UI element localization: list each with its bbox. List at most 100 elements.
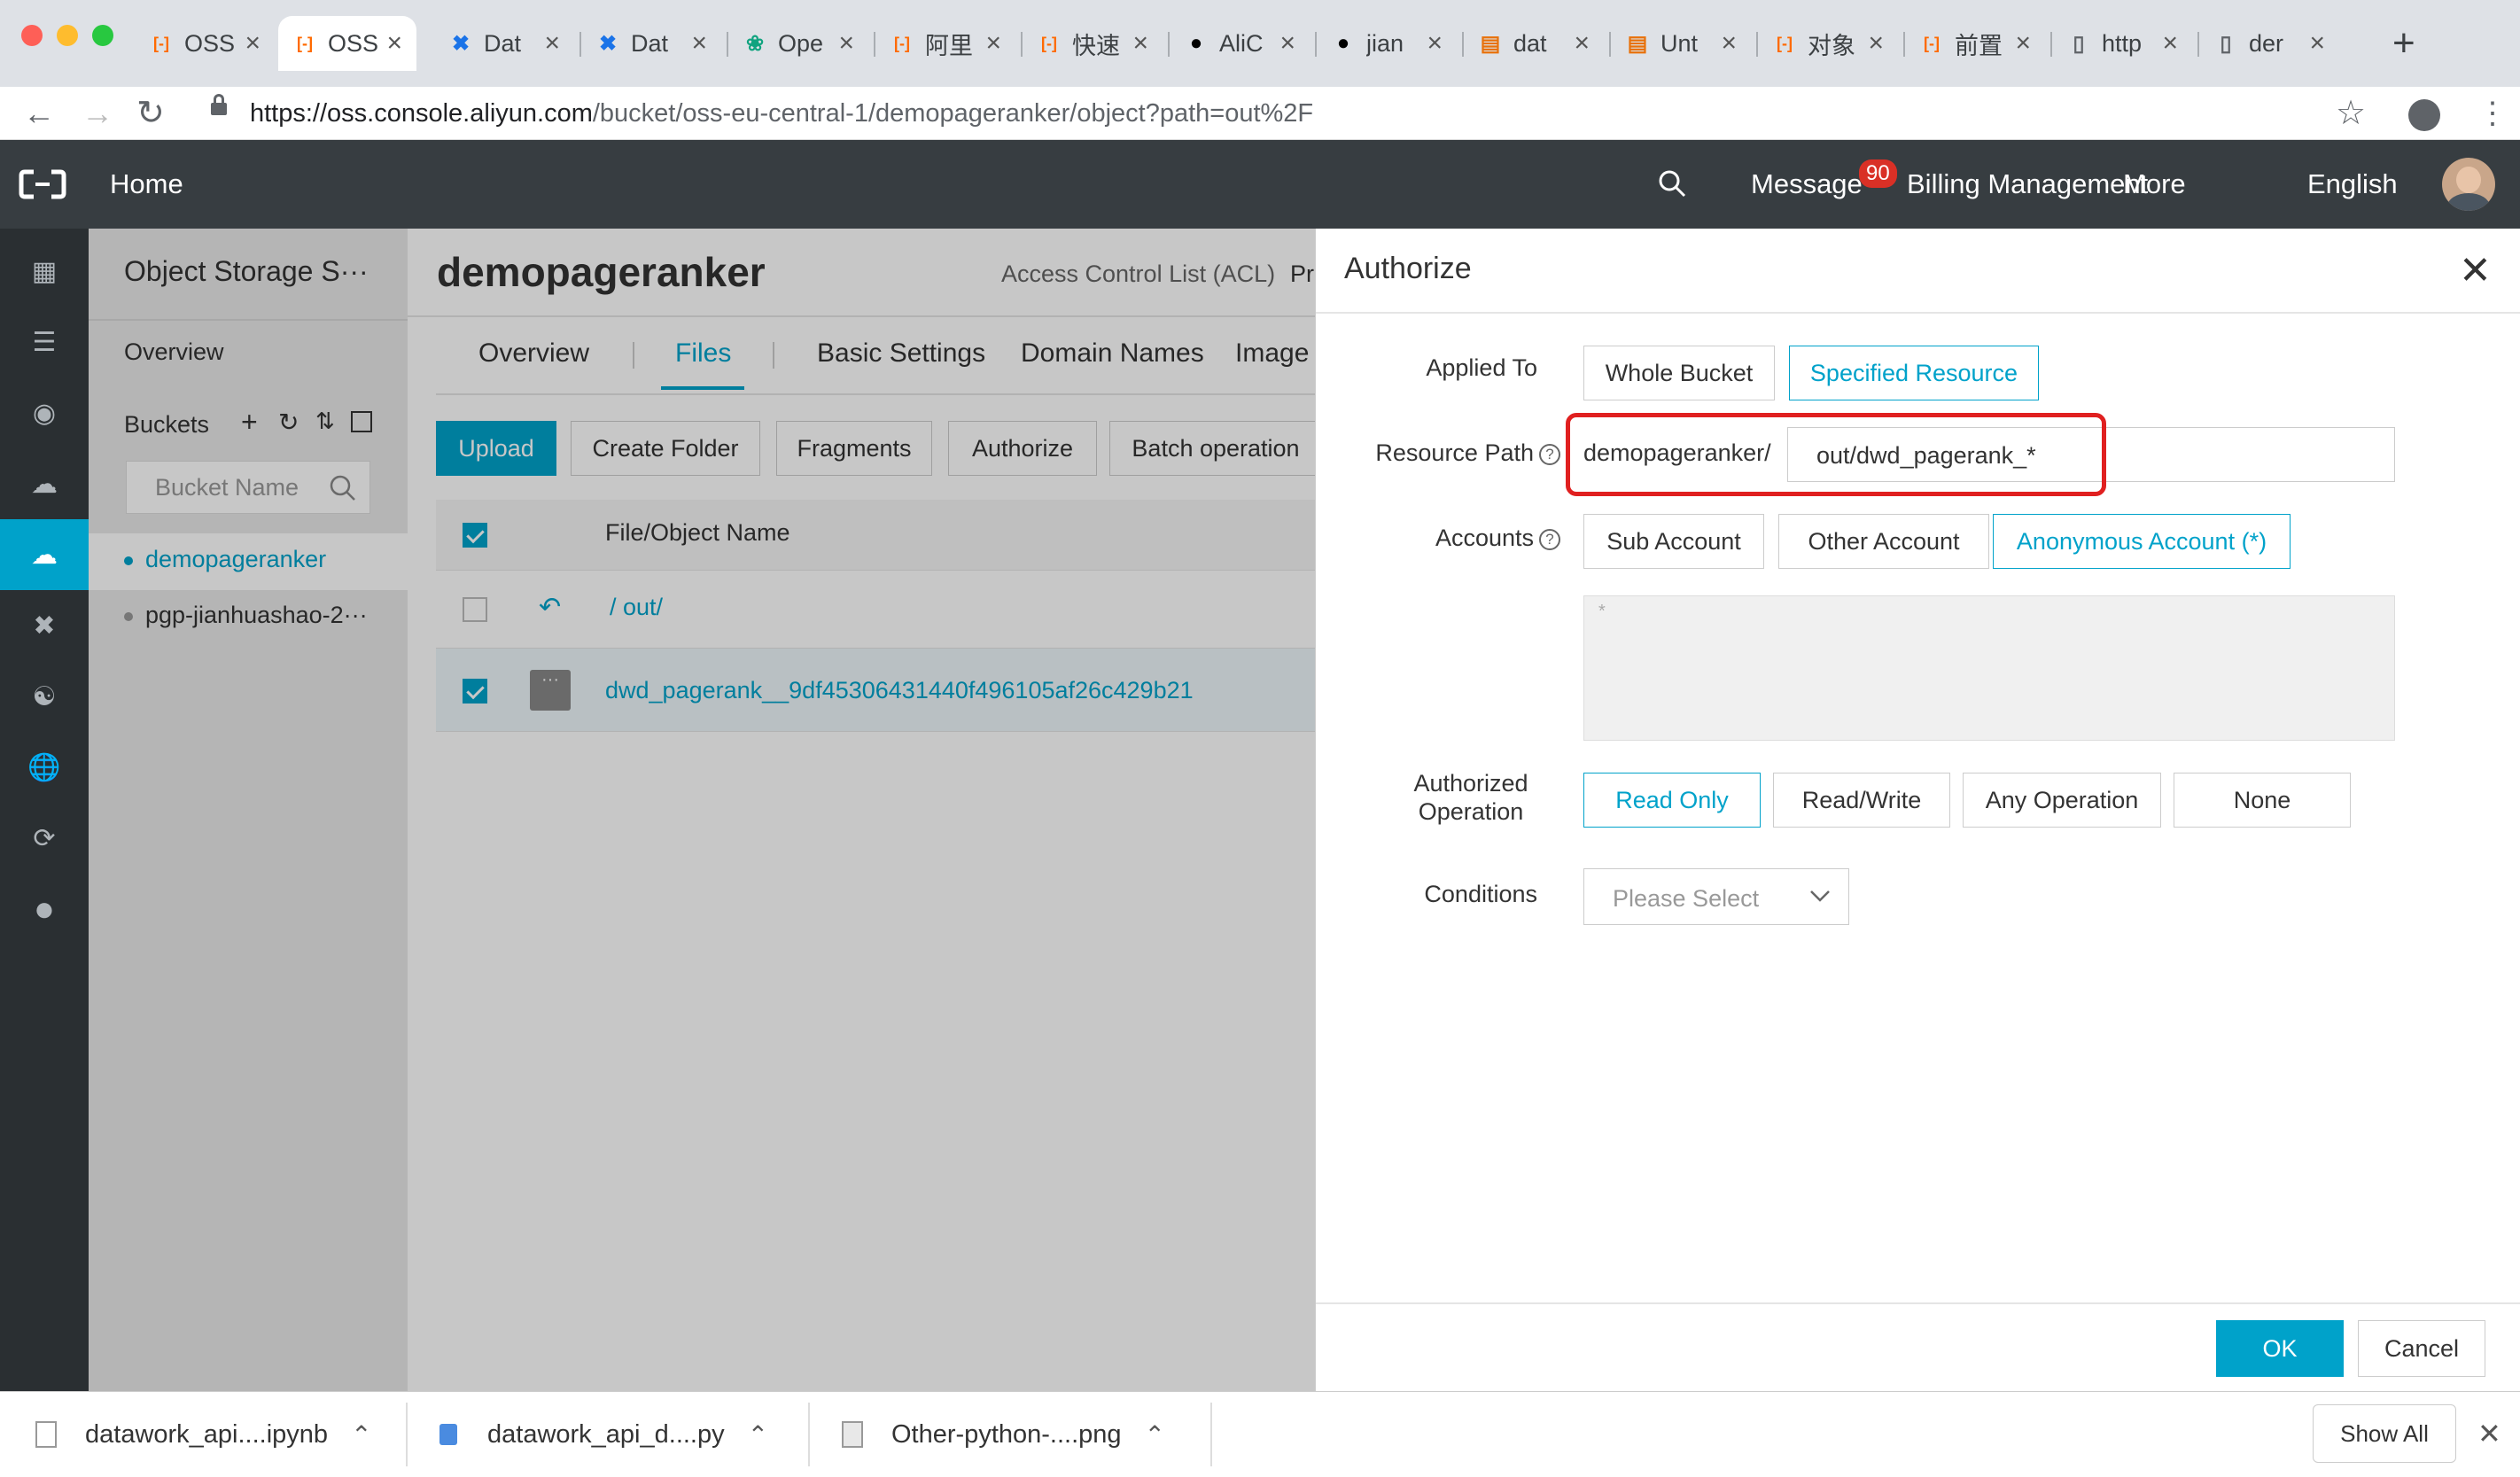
none-option[interactable]: None — [2174, 773, 2351, 828]
browser-menu-icon[interactable]: ⋮ — [2477, 94, 2508, 133]
home-link[interactable]: Home — [110, 163, 183, 206]
new-tab-button[interactable]: + — [2392, 19, 2415, 67]
browser-tab[interactable]: ✖ Dat × — [434, 16, 574, 71]
close-tab-icon[interactable]: × — [245, 28, 261, 58]
browser-tab[interactable]: [-] 快速 × — [1023, 16, 1163, 71]
aliyun-icon: [-] — [1041, 34, 1057, 52]
anonymous-account-option[interactable]: Anonymous Account (*) — [1993, 514, 2291, 569]
browser-tab[interactable]: [-] 前置 × — [1905, 16, 2045, 71]
browser-tab-label: 前置 — [1955, 32, 2003, 59]
accounts-textarea[interactable]: * — [1583, 595, 2395, 741]
more-menu[interactable]: More — [2123, 163, 2186, 206]
aliyun-logo-icon[interactable] — [18, 167, 67, 202]
conditions-label: Conditions — [1424, 881, 1537, 907]
browser-tab[interactable]: ✖ Dat × — [581, 16, 721, 71]
close-window-button[interactable] — [21, 25, 43, 46]
sync-icon[interactable]: ⟳ — [0, 803, 89, 874]
database-icon[interactable]: ◉ — [0, 377, 89, 448]
browser-tab[interactable]: [-] OSS × — [278, 16, 416, 71]
close-tab-icon[interactable]: × — [1132, 28, 1148, 58]
forward-icon[interactable]: → — [82, 94, 113, 133]
search-icon[interactable] — [1657, 168, 1687, 203]
resource-path-label: Resource Path? — [1351, 439, 1560, 467]
browser-tab[interactable]: [-] 阿里 × — [875, 16, 1015, 71]
maximize-window-button[interactable] — [92, 25, 113, 46]
back-icon[interactable]: ← — [23, 94, 55, 133]
aliyun-icon: [-] — [894, 34, 910, 52]
close-tab-icon[interactable]: × — [1279, 28, 1295, 58]
close-icon[interactable]: ✕ — [2459, 252, 2492, 291]
read-only-option[interactable]: Read Only — [1583, 773, 1761, 828]
show-all-downloads-button[interactable]: Show All — [2313, 1404, 2456, 1463]
cloud-icon[interactable]: ☁ — [0, 448, 89, 519]
server-icon[interactable]: ☰ — [0, 307, 89, 377]
download-item[interactable]: datawork_api....ipynb ⌃ — [35, 1392, 372, 1477]
download-item[interactable]: Other-python-....png ⌃ — [842, 1392, 1165, 1477]
language-selector[interactable]: English — [2307, 163, 2398, 206]
read-write-option[interactable]: Read/Write — [1773, 773, 1950, 828]
close-tab-icon[interactable]: × — [2309, 28, 2325, 58]
browser-tab[interactable]: ● AliC × — [1170, 16, 1310, 71]
sub-account-option[interactable]: Sub Account — [1583, 514, 1764, 569]
billing-management-link[interactable]: Billing Management — [1907, 163, 2148, 206]
close-tab-icon[interactable]: × — [386, 28, 402, 58]
close-tab-icon[interactable]: × — [544, 28, 560, 58]
browser-tab-label: Unt — [1661, 29, 1699, 57]
oss-cloud-icon[interactable]: ☁ — [0, 519, 89, 590]
chevron-up-icon[interactable]: ⌃ — [351, 1420, 371, 1450]
close-tab-icon[interactable]: × — [838, 28, 854, 58]
ok-button[interactable]: OK — [2216, 1320, 2344, 1377]
file-icon — [35, 1421, 57, 1448]
download-item[interactable]: datawork_api_d....py ⌃ — [439, 1392, 768, 1477]
browser-tab[interactable]: [-] OSS × — [135, 16, 275, 71]
close-tab-icon[interactable]: × — [1868, 28, 1884, 58]
browser-tab[interactable]: ❀ Ope × — [728, 16, 868, 71]
help-icon[interactable]: ? — [1539, 443, 1560, 465]
chevron-up-icon[interactable]: ⌃ — [1145, 1420, 1165, 1450]
circle-icon[interactable]: ● — [0, 874, 89, 945]
cancel-button[interactable]: Cancel — [2358, 1320, 2485, 1377]
minimize-window-button[interactable] — [57, 25, 78, 46]
browser-tab[interactable]: ▤ Unt × — [1611, 16, 1751, 71]
reload-icon[interactable]: ↻ — [136, 94, 165, 133]
browser-tab-label: AliC — [1219, 29, 1264, 57]
specified-resource-option[interactable]: Specified Resource — [1789, 346, 2039, 400]
browser-tab[interactable]: ▤ dat × — [1464, 16, 1604, 71]
message-link[interactable]: Message — [1751, 163, 1863, 206]
highlight-box — [1566, 413, 2106, 496]
authorize-dialog: Authorize ✕ Applied To Whole Bucket Spec… — [1315, 229, 2520, 1391]
browser-tab-label: 快速 — [1072, 32, 1120, 59]
authorized-operation-label-line1: Authorized — [1413, 770, 1528, 797]
user-avatar[interactable] — [2442, 158, 2495, 211]
globe-icon[interactable]: 🌐 — [0, 732, 89, 803]
all-products-grid-icon[interactable]: ▦ — [0, 236, 89, 307]
browser-tab[interactable]: [-] 对象 × — [1758, 16, 1898, 71]
close-tab-icon[interactable]: × — [2162, 28, 2178, 58]
tools-icon[interactable]: ✖ — [0, 590, 89, 661]
whole-bucket-option[interactable]: Whole Bucket — [1583, 346, 1775, 400]
browser-tab[interactable]: ▯ der × — [2199, 16, 2339, 71]
close-tab-icon[interactable]: × — [1574, 28, 1590, 58]
close-tab-icon[interactable]: × — [2015, 28, 2031, 58]
close-tab-icon[interactable]: × — [985, 28, 1001, 58]
browser-tab[interactable]: ● jian × — [1317, 16, 1457, 71]
close-tab-icon[interactable]: × — [1721, 28, 1737, 58]
url-field[interactable]: https://oss.console.aliyun.com/bucket/os… — [250, 94, 1313, 133]
close-downloads-icon[interactable]: ✕ — [2477, 1417, 2501, 1450]
console-top-nav: Home Message Billing Management More Eng… — [0, 140, 2520, 229]
browser-tab-label: Dat — [484, 29, 522, 57]
modal-overlay[interactable] — [89, 229, 1315, 1391]
close-tab-icon[interactable]: × — [1427, 28, 1443, 58]
close-tab-icon[interactable]: × — [691, 28, 707, 58]
other-account-option[interactable]: Other Account — [1778, 514, 1989, 569]
conditions-select[interactable]: Please Select — [1583, 868, 1849, 925]
aliyun-icon: [-] — [1777, 34, 1793, 52]
chevron-up-icon[interactable]: ⌃ — [748, 1420, 768, 1450]
browser-tab-bar: [-] OSS × [-] OSS × ✖ Dat × ✖ Dat × ❀ Ope × [-] 阿里 × [-] 快速… — [0, 0, 2520, 87]
profile-icon[interactable] — [2408, 99, 2440, 131]
any-operation-option[interactable]: Any Operation — [1963, 773, 2161, 828]
bookmark-star-icon[interactable]: ☆ — [2336, 94, 2366, 133]
browser-tab[interactable]: ▯ http × — [2052, 16, 2192, 71]
cluster-icon[interactable]: ☯ — [0, 661, 89, 732]
help-icon[interactable]: ? — [1539, 528, 1560, 550]
